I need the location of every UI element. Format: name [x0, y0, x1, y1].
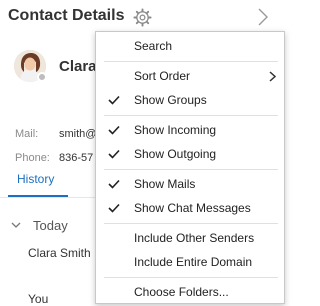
menu-item-show-mails[interactable]: Show Mails [96, 174, 284, 196]
checkmark-icon [108, 149, 120, 159]
gear-icon[interactable] [133, 8, 152, 27]
menu-item-include-entire-domain[interactable]: Include Entire Domain [96, 252, 284, 274]
checkmark-icon [108, 125, 120, 135]
menu-item-label: Choose Folders... [134, 285, 229, 299]
chevron-down-icon[interactable] [11, 221, 21, 229]
menu-separator [104, 169, 278, 170]
tab-history[interactable]: History [17, 172, 54, 186]
menu-item-label: Show Incoming [134, 123, 217, 137]
menu-separator [104, 223, 278, 224]
menu-separator [104, 277, 278, 278]
phone-value[interactable]: 836-57 [59, 152, 93, 164]
menu-item-include-other-senders[interactable]: Include Other Senders [96, 228, 284, 250]
submenu-arrow-icon [269, 71, 276, 82]
menu-separator [104, 61, 278, 62]
menu-item-show-outgoing[interactable]: Show Outgoing [96, 144, 284, 166]
checkmark-icon [108, 95, 120, 105]
menu-item-choose-folders[interactable]: Choose Folders... [96, 282, 284, 304]
menu-item-show-incoming[interactable]: Show Incoming [96, 120, 284, 142]
menu-item-label: Show Groups [134, 93, 207, 107]
checkmark-icon [108, 179, 120, 189]
menu-separator [104, 115, 278, 116]
menu-item-label: Include Entire Domain [134, 255, 253, 269]
phone-label: Phone: [15, 152, 50, 164]
contact-name: Clara [59, 58, 97, 75]
context-menu: Search Sort Order Show Groups Show Incom… [95, 31, 285, 304]
mail-value[interactable]: smith@ [59, 128, 96, 140]
mail-label: Mail: [15, 128, 39, 140]
presence-indicator [37, 72, 47, 82]
menu-item-label: Show Outgoing [134, 147, 217, 161]
menu-item-label: Show Mails [134, 177, 196, 191]
chevron-right-icon[interactable] [257, 7, 269, 27]
checkmark-icon [108, 203, 120, 213]
menu-item-label: Include Other Senders [134, 231, 255, 245]
menu-item-show-groups[interactable]: Show Groups [96, 90, 284, 112]
menu-item-label: Sort Order [134, 69, 191, 83]
menu-item-show-chat-messages[interactable]: Show Chat Messages [96, 198, 284, 220]
history-group-today[interactable]: Today [33, 218, 68, 233]
history-entry-sender[interactable]: Clara Smith [28, 246, 91, 260]
menu-item-label: Show Chat Messages [134, 201, 251, 215]
menu-item-search[interactable]: Search [96, 36, 284, 58]
menu-item-sort-order[interactable]: Sort Order [96, 66, 284, 88]
page-title: Contact Details [8, 7, 125, 24]
header: Contact Details [0, 0, 285, 34]
menu-item-label: Search [134, 39, 173, 53]
